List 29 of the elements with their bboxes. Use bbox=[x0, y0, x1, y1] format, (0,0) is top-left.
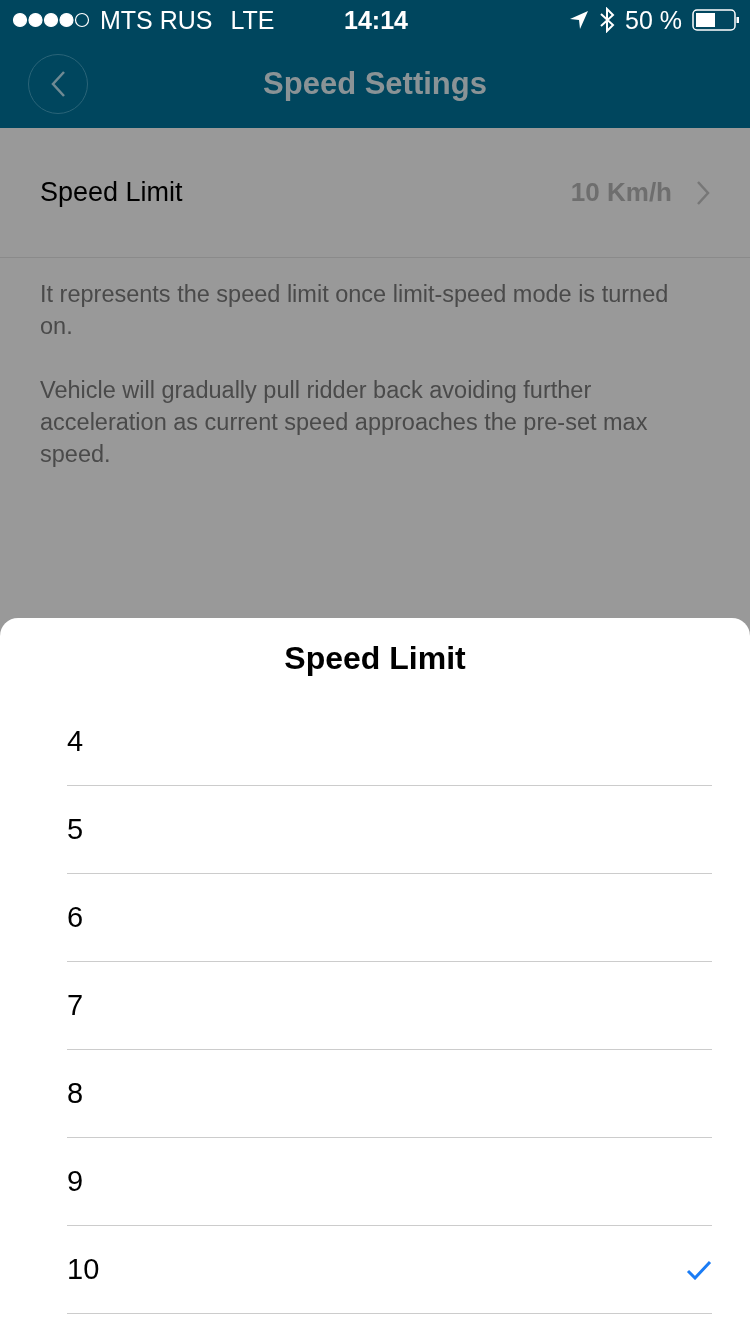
option-label: 7 bbox=[67, 989, 84, 1022]
carrier-text: MTS RUS bbox=[100, 5, 213, 35]
location-arrow-icon bbox=[569, 10, 590, 30]
signal-icon bbox=[12, 12, 90, 28]
page-title: Speed Settings bbox=[263, 66, 487, 102]
back-chevron-icon bbox=[50, 70, 66, 98]
option-label: 5 bbox=[67, 813, 84, 846]
option-label: 9 bbox=[67, 1165, 84, 1198]
setting-label: Speed Limit bbox=[40, 177, 184, 208]
option-row[interactable]: 4 bbox=[67, 698, 712, 786]
option-label: 4 bbox=[67, 725, 84, 758]
battery-icon bbox=[692, 9, 740, 31]
option-label: 8 bbox=[67, 1077, 84, 1110]
description-text: It represents the speed limit once limit-speed mode is turned on. bbox=[39, 280, 670, 341]
option-row[interactable]: 10 bbox=[67, 1226, 712, 1314]
description-text: Vehicle will gradually pull ridder back avoiding further acceleration as current speed approaches the pre-set max speed. bbox=[39, 376, 649, 469]
option-row[interactable]: 8 bbox=[67, 1050, 712, 1138]
option-row[interactable]: 9 bbox=[67, 1138, 712, 1226]
bluetooth-icon bbox=[599, 7, 616, 33]
chevron-right-icon bbox=[696, 179, 710, 206]
option-row[interactable]: 5 bbox=[67, 786, 712, 874]
status-time: 14:14 bbox=[344, 5, 408, 35]
option-label: 10 bbox=[67, 1253, 100, 1286]
option-label: 6 bbox=[67, 901, 84, 934]
network-text: LTE bbox=[230, 5, 275, 35]
battery-percent: 50 % bbox=[625, 5, 682, 35]
option-row[interactable]: 6 bbox=[67, 874, 712, 962]
option-row[interactable]: 7 bbox=[67, 962, 712, 1050]
sheet-title: Speed Limit bbox=[283, 638, 467, 678]
